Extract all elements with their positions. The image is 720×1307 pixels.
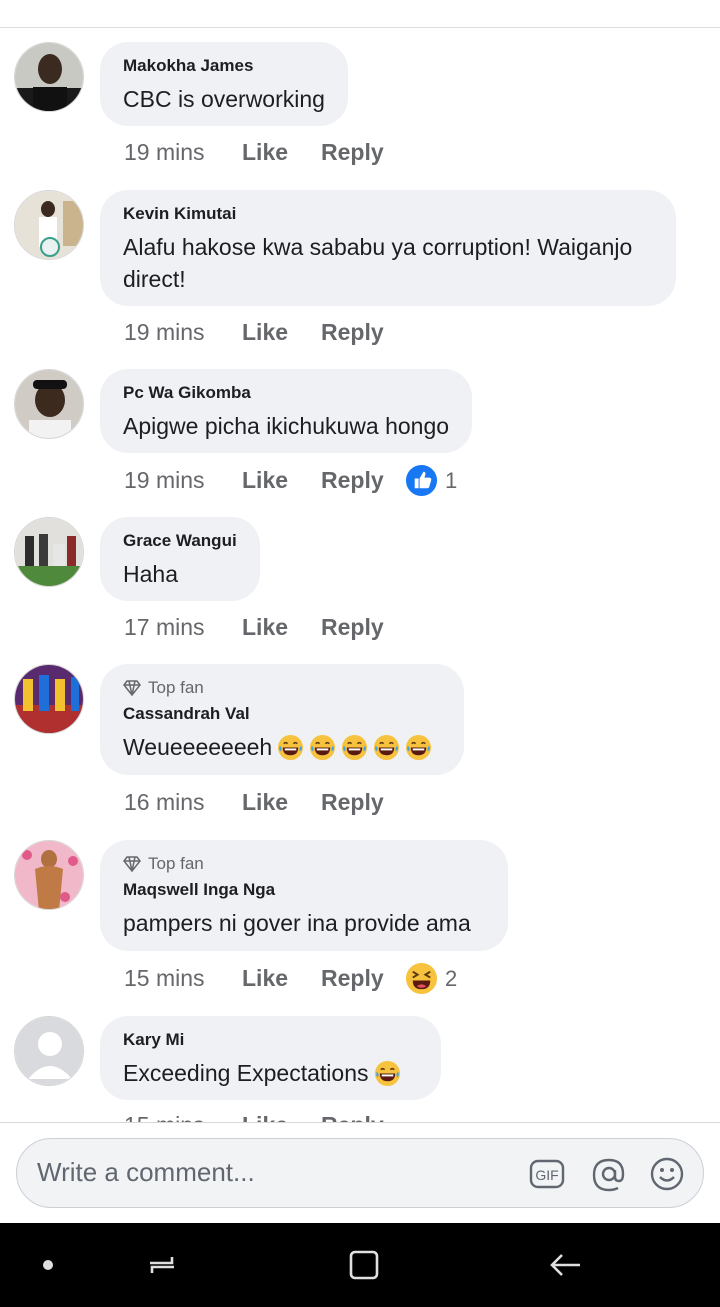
comment-bubble[interactable]: Makokha James CBC is overworking [100,42,348,126]
comment-actions: 15 mins Like Reply [124,1112,403,1122]
comment-actions: 19 mins Like Reply [124,319,403,346]
laughing-tears-emoji-icon [405,734,432,761]
laughing-tears-emoji-icon [341,734,368,761]
like-button[interactable]: Like [242,789,321,816]
comment-composer-bar: Write a comment... GIF [0,1122,720,1223]
like-button[interactable]: Like [242,467,321,494]
reply-button[interactable]: Reply [321,139,403,166]
system-navigation-bar [0,1223,720,1307]
diamond-icon [123,856,141,872]
comment-text: Apigwe picha ikichukuwa hongo [123,413,450,439]
like-button[interactable]: Like [242,965,321,992]
comment-time[interactable]: 15 mins [124,1112,242,1122]
reaction-count: 2 [445,965,458,991]
diamond-icon [123,680,141,696]
comment-input[interactable]: Write a comment... GIF [16,1138,704,1208]
comment-bubble[interactable]: Pc Wa Gikomba Apigwe picha ikichukuwa ho… [100,369,473,453]
reply-button[interactable]: Reply [321,467,403,494]
emoji-picker-icon[interactable] [649,1156,685,1192]
gif-icon[interactable]: GIF [529,1156,565,1192]
comment-text: pampers ni gover ina provide ama [123,910,471,936]
comment-text: CBC is overworking [123,86,325,112]
comment-text: Haha [123,561,178,587]
laughing-tears-emoji-icon [309,734,336,761]
reply-button[interactable]: Reply [321,614,403,641]
reply-button[interactable]: Reply [321,965,403,992]
comment-bubble[interactable]: Top fan Cassandrah Val Weueeeeeeeh [100,664,464,775]
reply-button[interactable]: Reply [321,789,403,816]
mention-icon[interactable] [591,1156,627,1192]
laughing-tears-emoji-icon [374,1060,401,1087]
like-button[interactable]: Like [242,614,321,641]
comment-bubble[interactable]: Kevin Kimutai Alafu hakose kwa sababu ya… [100,190,676,306]
avatar[interactable] [14,190,84,260]
comment-author[interactable]: Makokha James [123,56,325,76]
home-icon[interactable] [346,1247,382,1283]
comment-text-body: Weueeeeeeeh [123,734,273,760]
reaction-summary[interactable]: 2 [405,962,457,995]
comment-time[interactable]: 17 mins [124,614,242,641]
back-icon[interactable] [548,1247,584,1283]
comment-bubble[interactable]: Kary Mi Exceeding Expectations [100,1016,441,1100]
avatar[interactable] [14,1016,84,1086]
comment-actions: 16 mins Like Reply [124,789,403,816]
comment-time[interactable]: 15 mins [124,965,242,992]
comment-text: Weueeeeeeeh [123,731,441,763]
comment-bubble[interactable]: Grace Wangui Haha [100,517,260,601]
comment-text: Alafu hakose kwa sababu ya corruption! W… [123,234,633,292]
like-button[interactable]: Like [242,1112,321,1122]
laughing-tears-emoji-icon [373,734,400,761]
comment-author[interactable]: Cassandrah Val [123,704,441,724]
avatar[interactable] [14,664,84,734]
comment-text-body: Exceeding Expectations [123,1060,369,1086]
comment-actions: 17 mins Like Reply [124,614,403,641]
like-button[interactable]: Like [242,319,321,346]
comment-author[interactable]: Maqswell Inga Nga [123,880,485,900]
comments-list[interactable]: Makokha James CBC is overworking 19 mins… [0,28,720,1122]
haha-reaction-icon [405,962,438,995]
comment-bubble[interactable]: Top fan Maqswell Inga Nga pampers ni gov… [100,840,508,951]
comment-actions: 15 mins Like Reply 2 [124,962,457,995]
like-button[interactable]: Like [242,139,321,166]
reply-button[interactable]: Reply [321,319,403,346]
comment-input-placeholder[interactable]: Write a comment... [37,1157,255,1188]
comment-author[interactable]: Kevin Kimutai [123,204,653,224]
top-fan-badge: Top fan [123,678,441,698]
top-strip [0,0,720,28]
comment-time[interactable]: 19 mins [124,467,242,494]
comment-time[interactable]: 19 mins [124,319,242,346]
comment-actions: 19 mins Like Reply 1 [124,464,457,497]
svg-text:GIF: GIF [535,1167,558,1183]
reaction-summary[interactable]: 1 [405,464,457,497]
comment-time[interactable]: 19 mins [124,139,242,166]
top-fan-label: Top fan [148,678,204,697]
comment-author[interactable]: Pc Wa Gikomba [123,383,449,403]
avatar[interactable] [14,369,84,439]
top-fan-badge: Top fan [123,854,485,874]
top-fan-label: Top fan [148,854,204,873]
avatar[interactable] [14,42,84,112]
avatar[interactable] [14,517,84,587]
recent-apps-icon[interactable] [144,1247,180,1283]
comment-author[interactable]: Kary Mi [123,1030,418,1050]
like-reaction-icon [405,464,438,497]
comment-actions: 19 mins Like Reply [124,139,403,166]
reaction-count: 1 [445,467,458,493]
dot-icon[interactable] [30,1247,66,1283]
avatar[interactable] [14,840,84,910]
comment-author[interactable]: Grace Wangui [123,531,237,551]
reply-button[interactable]: Reply [321,1112,403,1122]
comment-text: Exceeding Expectations [123,1057,418,1089]
comment-time[interactable]: 16 mins [124,789,242,816]
laughing-tears-emoji-icon [277,734,304,761]
